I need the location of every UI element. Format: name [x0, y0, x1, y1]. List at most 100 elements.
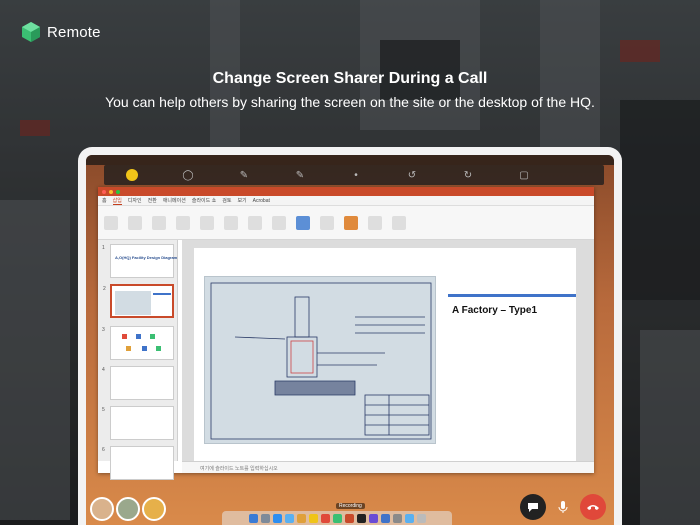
- designer-icon[interactable]: [368, 215, 382, 230]
- zoom-window-icon[interactable]: [116, 189, 120, 194]
- slide-number: 4: [102, 367, 105, 373]
- slide-number: 5: [102, 407, 105, 413]
- tab-home[interactable]: 홈: [102, 197, 107, 204]
- participant-avatar[interactable]: [116, 497, 140, 521]
- trash-dock-icon[interactable]: [416, 513, 426, 523]
- pointer-tool-button[interactable]: ◯: [160, 165, 216, 185]
- notion-icon[interactable]: [356, 513, 366, 523]
- font-icon[interactable]: [176, 215, 190, 230]
- slide-accent-line: [448, 294, 576, 297]
- mic-button[interactable]: [550, 494, 576, 520]
- remote-logo-icon: [22, 22, 40, 42]
- tab-view[interactable]: 보기: [237, 197, 246, 204]
- remote-logo: Remote: [22, 22, 101, 42]
- recording-indicator: Recording: [336, 503, 365, 509]
- speaker-notes[interactable]: 여기에 슬라이드 노트를 입력하십시오: [182, 461, 594, 473]
- slide-thumbnail-selected[interactable]: 2: [103, 284, 174, 318]
- calendar-icon[interactable]: [320, 513, 330, 523]
- highlighter-tool-button[interactable]: ✎: [272, 165, 328, 185]
- layout-icon[interactable]: [152, 215, 166, 230]
- slide-thumbnails-pane: 1 A,O(HQ) Facility Design Diagram 2 3 4 …: [98, 240, 178, 480]
- chat-button[interactable]: [520, 494, 546, 520]
- photos-icon[interactable]: [368, 513, 378, 523]
- color-picker-button[interactable]: [104, 165, 160, 185]
- pen-tool-button[interactable]: ✎: [216, 165, 272, 185]
- close-window-icon[interactable]: [102, 189, 106, 194]
- pointer-icon: ◯: [182, 169, 194, 181]
- picture-icon[interactable]: [344, 215, 358, 230]
- quick-styles-icon[interactable]: [320, 215, 334, 230]
- subline: You can help others by sharing the scree…: [105, 94, 595, 110]
- logo-text: Remote: [47, 23, 101, 41]
- chrome-icon[interactable]: [296, 513, 306, 523]
- safari-icon[interactable]: [272, 513, 282, 523]
- launchpad-icon[interactable]: [260, 513, 270, 523]
- slide-canvas: A Factory – Type1: [182, 240, 594, 464]
- tab-design[interactable]: 디자인: [128, 197, 142, 204]
- end-call-button[interactable]: [580, 494, 606, 520]
- slide-thumbnail[interactable]: 5: [102, 406, 174, 440]
- new-slide-icon[interactable]: [128, 215, 142, 230]
- current-slide[interactable]: A Factory – Type1: [194, 248, 576, 464]
- drawing-toolbar: ◯ ✎ ✎ • ↺ ↻ ▢: [104, 165, 604, 185]
- slide-number: 6: [102, 447, 105, 453]
- slide-thumbnail[interactable]: 6: [102, 446, 174, 480]
- tab-slideshow[interactable]: 슬라이드 쇼: [192, 197, 216, 204]
- minimize-window-icon[interactable]: [109, 189, 113, 194]
- slide-number: 1: [102, 245, 105, 251]
- color-dot-icon: [126, 169, 138, 181]
- highlighter-icon: ✎: [295, 169, 305, 181]
- phone-hangup-icon: [587, 505, 599, 510]
- shapes-icon[interactable]: [272, 215, 286, 230]
- mail-icon[interactable]: [284, 513, 294, 523]
- engineering-drawing: [204, 276, 436, 444]
- slide-thumbnail[interactable]: 3: [102, 326, 174, 360]
- tablet-frame: ◯ ✎ ✎ • ↺ ↻ ▢ 홈 삽입 디자인 전환 애니메이션 슬라이드 쇼 검…: [78, 147, 622, 525]
- undo-button[interactable]: ↺: [384, 165, 440, 185]
- tab-acrobat[interactable]: Acrobat: [253, 198, 270, 204]
- acrobat-share-icon[interactable]: [392, 215, 406, 230]
- tab-insert[interactable]: 삽입: [112, 197, 122, 205]
- laser-icon: •: [354, 169, 358, 181]
- slide-number: 2: [103, 286, 106, 292]
- powerpoint-icon[interactable]: [344, 513, 354, 523]
- clear-button[interactable]: ▢: [496, 165, 552, 185]
- bullets-icon[interactable]: [248, 215, 262, 230]
- messages-icon[interactable]: [332, 513, 342, 523]
- slide-thumbnail[interactable]: 1 A,O(HQ) Facility Design Diagram: [102, 244, 178, 278]
- microphone-icon: [558, 501, 568, 513]
- participant-avatar[interactable]: [142, 497, 166, 521]
- slide-number: 3: [102, 327, 105, 333]
- appstore-icon[interactable]: [380, 513, 390, 523]
- align-icon[interactable]: [224, 215, 238, 230]
- participant-avatar[interactable]: [90, 497, 114, 521]
- mac-menu-bar: [86, 155, 614, 165]
- finder-icon[interactable]: [248, 513, 258, 523]
- arrange-icon[interactable]: [296, 215, 310, 230]
- undo-icon: ↺: [407, 169, 417, 181]
- redo-icon: ↻: [463, 169, 473, 181]
- paste-icon[interactable]: [104, 215, 118, 230]
- headline: Change Screen Sharer During a Call: [212, 70, 488, 87]
- thumbnail-drawing: [115, 291, 171, 315]
- shared-screen: ◯ ✎ ✎ • ↺ ↻ ▢ 홈 삽입 디자인 전환 애니메이션 슬라이드 쇼 검…: [86, 155, 614, 525]
- chat-icon: [528, 503, 538, 512]
- trash-icon: ▢: [519, 169, 529, 181]
- notes-icon[interactable]: [308, 513, 318, 523]
- powerpoint-window: 홈 삽입 디자인 전환 애니메이션 슬라이드 쇼 검토 보기 Acrobat 1…: [98, 187, 594, 480]
- tab-animations[interactable]: 애니메이션: [163, 197, 186, 204]
- slide-label: A Factory – Type1: [452, 305, 538, 316]
- thumbnail-title: A,O(HQ) Facility Design Diagram: [115, 255, 178, 260]
- settings-icon[interactable]: [392, 513, 402, 523]
- ppt-ribbon: [98, 206, 594, 240]
- tab-transitions[interactable]: 전환: [148, 197, 157, 204]
- laser-tool-button[interactable]: •: [328, 165, 384, 185]
- ppt-ribbon-tabs: 홈 삽입 디자인 전환 애니메이션 슬라이드 쇼 검토 보기 Acrobat: [98, 196, 594, 206]
- thumbnail-shapes: [122, 334, 161, 351]
- tab-review[interactable]: 검토: [222, 197, 231, 204]
- downloads-icon[interactable]: [404, 513, 414, 523]
- redo-button[interactable]: ↻: [440, 165, 496, 185]
- slide-thumbnail[interactable]: 4: [102, 366, 174, 400]
- pen-icon: ✎: [239, 169, 249, 181]
- bold-icon[interactable]: [200, 215, 214, 230]
